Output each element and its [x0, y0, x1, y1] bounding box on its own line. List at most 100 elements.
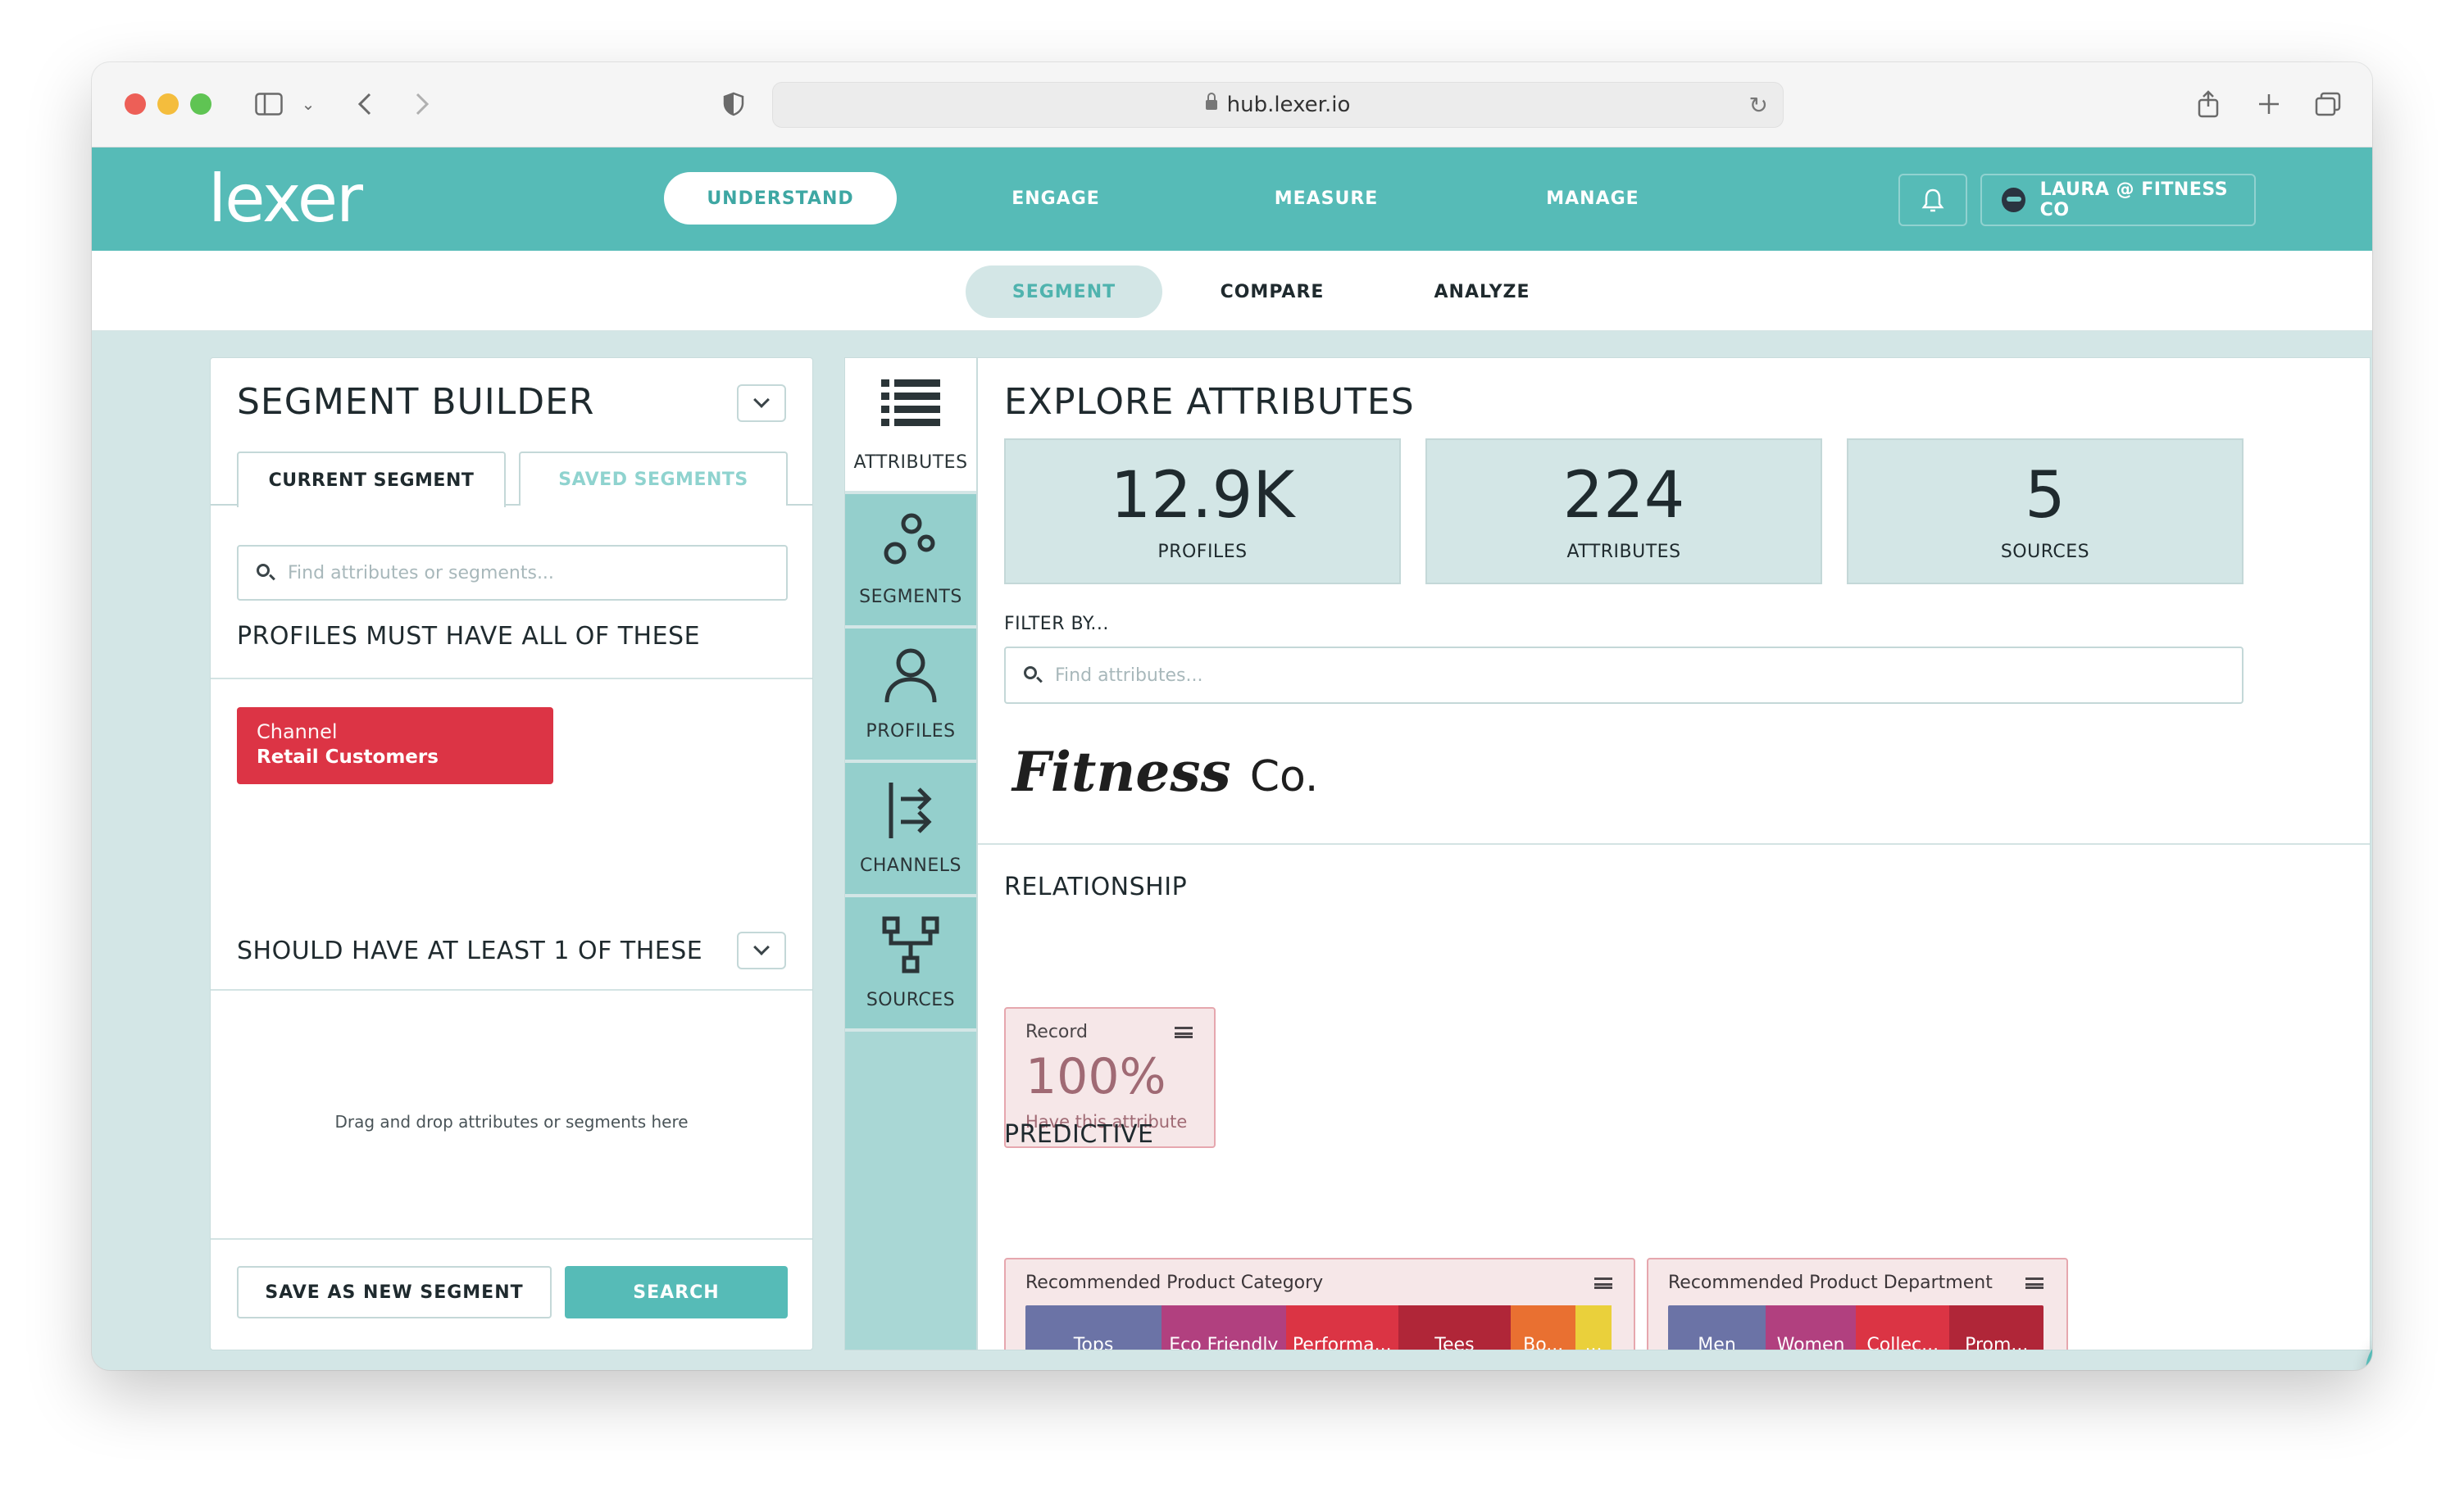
stat-label: ATTRIBUTES [1566, 541, 1681, 562]
sub-navigation: SEGMENT COMPARE ANALYZE [92, 251, 2372, 331]
search-icon [1024, 666, 1037, 679]
profile-icon [884, 648, 937, 703]
bar-segment[interactable]: Performa... [1285, 1305, 1398, 1350]
tab-current-segment[interactable]: CURRENT SEGMENT [237, 452, 506, 507]
rail-label: CHANNELS [860, 855, 962, 876]
brand-name: Fitness [1012, 740, 1231, 804]
bar-segment[interactable]: Women [1766, 1305, 1856, 1350]
stat-value: 224 [1562, 458, 1685, 533]
chip-key: Channel [257, 720, 338, 743]
recommended-department-card[interactable]: Recommended Product Department Men Women C… [1647, 1258, 2068, 1350]
stat-label: SOURCES [2000, 541, 2090, 562]
segment-search-placeholder: Find attributes or segments... [288, 562, 554, 583]
rail-label: ATTRIBUTES [853, 452, 968, 473]
menu-icon[interactable] [2025, 1277, 2043, 1289]
search-button[interactable]: SEARCH [565, 1266, 788, 1318]
lock-icon [1205, 93, 1217, 110]
channels-icon [889, 783, 932, 838]
rail-item-segments[interactable]: SEGMENTS [845, 494, 976, 629]
tab-saved-segments[interactable]: SAVED SEGMENTS [519, 452, 788, 506]
bar-segment[interactable]: Eco Friendly [1162, 1305, 1286, 1350]
explore-title: EXPLORE ATTRIBUTES [1004, 381, 1415, 423]
nav-measure[interactable]: MEASURE [1236, 172, 1416, 225]
lexer-logo[interactable]: lexer [208, 166, 363, 232]
bell-icon [1921, 188, 1944, 212]
menu-icon[interactable] [1594, 1277, 1612, 1289]
brand-suffix: Co. [1249, 752, 1319, 801]
minimize-window-button[interactable] [157, 93, 179, 115]
bar-segment[interactable]: Tops [1025, 1305, 1162, 1350]
segment-builder-title: SEGMENT BUILDER [237, 381, 595, 423]
bar-segment[interactable]: Prom... [1949, 1305, 2043, 1350]
rail-label: SOURCES [866, 990, 956, 1010]
url-text: hub.lexer.io [1226, 93, 1351, 117]
browser-toolbar: ⌄ hub.lexer.io ↻ [92, 62, 2372, 147]
tab-compare[interactable]: COMPARE [1198, 265, 1346, 318]
should-have-heading: SHOULD HAVE AT LEAST 1 OF THESE [237, 937, 703, 965]
category-distribution-bar: Tops Eco Friendly Performa... Tees Bo...... [1025, 1305, 1617, 1350]
rail-item-attributes[interactable]: ATTRIBUTES [845, 358, 976, 494]
card-title: Recommended Product Department [1668, 1273, 1993, 1293]
rail-item-channels[interactable]: CHANNELS [845, 763, 976, 897]
shield-icon[interactable] [720, 84, 748, 125]
card-title: Recommended Product Category [1025, 1273, 1324, 1293]
segments-icon [884, 513, 935, 565]
forward-icon[interactable] [410, 84, 434, 125]
tab-segment[interactable]: SEGMENT [966, 265, 1162, 318]
segment-chip[interactable]: Channel Retail Customers [237, 707, 553, 784]
attribute-filter-input[interactable]: Find attributes... [1004, 647, 2244, 704]
dropzone-text[interactable]: Drag and drop attributes or segments her… [211, 1112, 812, 1132]
search-icon [257, 564, 270, 577]
brand-logo: Fitness Co. [1012, 740, 1318, 804]
segment-search-input[interactable]: Find attributes or segments... [237, 545, 788, 601]
zoom-window-button[interactable] [190, 93, 211, 115]
nav-engage[interactable]: ENGAGE [974, 172, 1138, 225]
rail-item-sources[interactable]: SOURCES [845, 897, 976, 1032]
stat-label: PROFILES [1157, 541, 1248, 562]
relationship-heading: RELATIONSHIP [1004, 873, 1188, 901]
attribute-rail: ATTRIBUTES SEGMENTS PROFILES CHANNELS SO… [844, 357, 977, 1350]
recommended-category-card[interactable]: Recommended Product Category Tops Eco Fri… [1004, 1258, 1635, 1350]
bar-segment[interactable]: ... [1575, 1305, 1612, 1350]
user-label: LAURA @ FITNESS CO [2039, 179, 2229, 220]
nav-manage[interactable]: MANAGE [1507, 172, 1679, 225]
attribute-filter-placeholder: Find attributes... [1055, 665, 1203, 686]
notifications-button[interactable] [1898, 174, 1967, 226]
back-icon[interactable] [352, 84, 377, 125]
section-divider [211, 989, 812, 991]
browser-window: ⌄ hub.lexer.io ↻ lexer UNDERSTAND ENGAGE… [92, 62, 2372, 1370]
share-icon[interactable] [2192, 84, 2225, 125]
save-as-new-segment-button[interactable]: SAVE AS NEW SEGMENT [237, 1266, 552, 1318]
user-menu-button[interactable]: LAURA @ FITNESS CO [1980, 174, 2256, 226]
chevron-down-icon [753, 392, 770, 408]
bar-segment[interactable]: Collec... [1855, 1305, 1950, 1350]
stat-value: 12.9K [1110, 458, 1295, 533]
nav-understand[interactable]: UNDERSTAND [664, 172, 897, 225]
new-tab-icon[interactable] [2253, 84, 2285, 125]
department-distribution-bar: Men Women Collec... Prom... [1668, 1305, 2043, 1350]
predictive-heading: PREDICTIVE [1004, 1120, 1154, 1149]
rail-label: PROFILES [866, 721, 956, 742]
chevron-down-icon [753, 939, 770, 955]
avatar [2002, 188, 2025, 212]
rail-item-profiles[interactable]: PROFILES [845, 629, 976, 763]
bar-segment[interactable]: Tees [1398, 1305, 1511, 1350]
segment-builder-collapse-button[interactable] [737, 384, 786, 422]
filter-label: FILTER BY... [1004, 614, 1109, 634]
should-have-toggle-button[interactable] [737, 932, 786, 969]
footer-divider [211, 1238, 812, 1240]
sidebar-toggle-icon[interactable] [252, 84, 285, 125]
chevron-down-icon[interactable]: ⌄ [300, 84, 316, 125]
close-window-button[interactable] [125, 93, 146, 115]
brand-divider [978, 843, 2370, 845]
tab-overview-icon[interactable] [2312, 84, 2344, 125]
stat-attributes: 224 ATTRIBUTES [1425, 438, 1822, 584]
reload-icon[interactable]: ↻ [1749, 92, 1768, 119]
section-divider [211, 678, 812, 679]
chip-value: Retail Customers [257, 746, 439, 768]
bar-segment[interactable]: Bo... [1511, 1305, 1576, 1350]
tab-analyze[interactable]: ANALYZE [1408, 265, 1556, 318]
address-bar[interactable]: hub.lexer.io ↻ [772, 82, 1784, 128]
menu-icon[interactable] [1175, 1027, 1193, 1038]
bar-segment[interactable]: Men [1668, 1305, 1766, 1350]
